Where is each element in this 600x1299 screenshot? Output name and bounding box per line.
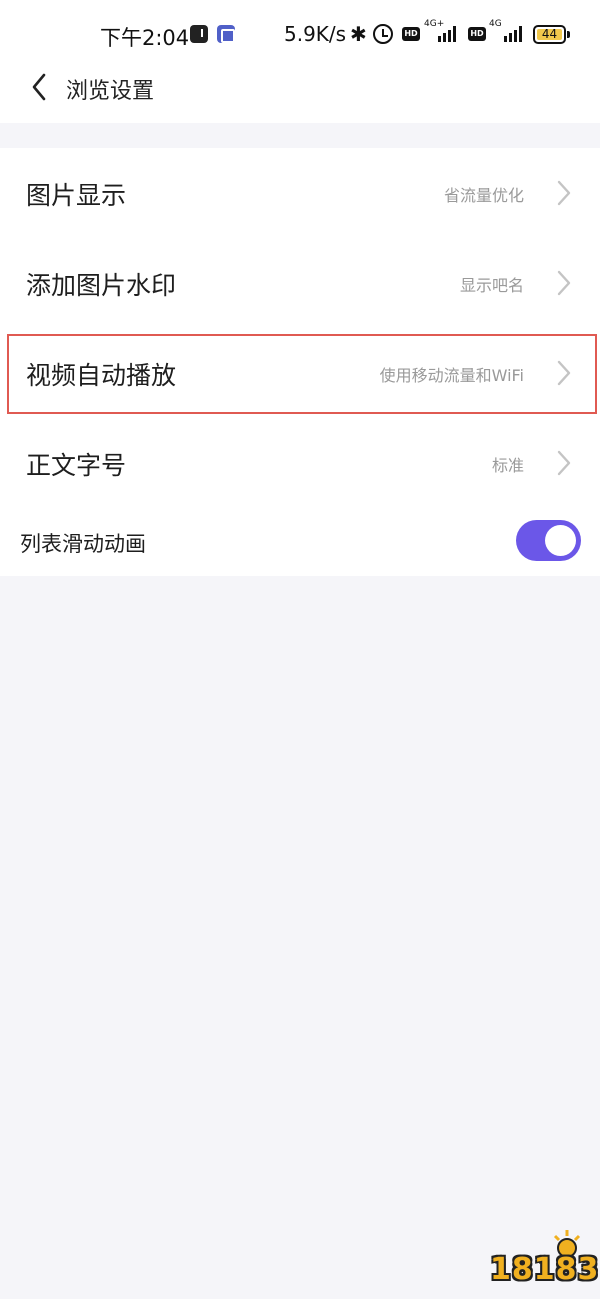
bluetooth-icon: ✱ — [350, 22, 367, 46]
toggle-knob — [545, 525, 576, 556]
setting-label: 正文字号 — [26, 451, 127, 480]
hd-voice-icon-2: HD — [468, 27, 486, 41]
setting-label: 添加图片水印 — [26, 271, 177, 300]
battery-icon: 44 — [533, 25, 566, 44]
site-watermark: 18183 — [490, 1228, 598, 1290]
back-icon[interactable] — [30, 72, 60, 102]
setting-font-size[interactable]: 正文字号 标准 — [0, 418, 600, 508]
network-speed: 5.9K/s — [284, 22, 347, 46]
network-type-1: 4G+ — [424, 19, 445, 29]
nav-bar: 浏览设置 — [0, 70, 600, 123]
page-title: 浏览设置 — [66, 79, 155, 104]
setting-image-watermark[interactable]: 添加图片水印 显示吧名 — [0, 238, 600, 328]
chevron-right-icon — [556, 449, 572, 477]
network-type-2: 4G — [489, 19, 502, 29]
tiktok-notification-icon — [190, 25, 208, 43]
alarm-icon — [373, 24, 393, 44]
chevron-right-icon — [556, 269, 572, 297]
battery-cap — [567, 31, 570, 38]
watermark-text: 18183 — [490, 1252, 600, 1287]
setting-value: 省流量优化 — [443, 186, 524, 205]
status-bar: 下午2:04 5.9K/s ✱ HD 4G+ HD 4G 44 — [0, 0, 600, 70]
highlight-box — [7, 334, 597, 414]
setting-value: 显示吧名 — [459, 276, 524, 295]
battery-percent: 44 — [541, 27, 558, 41]
status-time: 下午2:04 — [100, 26, 190, 50]
hd-voice-icon: HD — [402, 27, 420, 41]
setting-label: 图片显示 — [26, 181, 127, 210]
setting-image-display[interactable]: 图片显示 省流量优化 — [0, 148, 600, 238]
list-animation-toggle[interactable] — [516, 520, 581, 561]
app-notification-icon — [217, 25, 235, 43]
setting-value: 标准 — [491, 456, 524, 475]
chevron-right-icon — [556, 179, 572, 207]
toggle-setting-label: 列表滑动动画 — [20, 532, 146, 556]
